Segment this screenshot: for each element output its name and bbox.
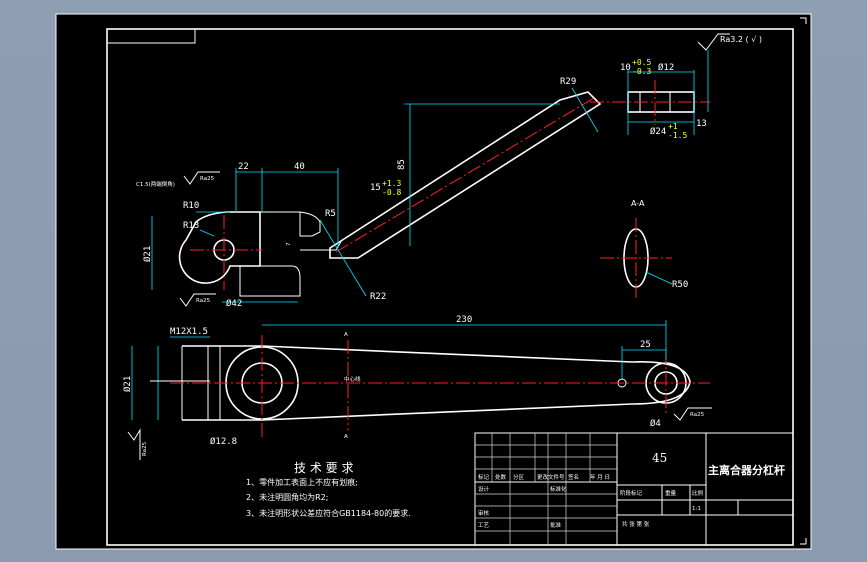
- drawing-sheet: [55, 13, 812, 550]
- svg-text:设计: 设计: [478, 485, 490, 493]
- svg-text:共 张 第 张: 共 张 第 张: [622, 520, 650, 528]
- svg-text:Ø21: Ø21: [142, 246, 153, 262]
- svg-text:技 术 要 求: 技 术 要 求: [294, 461, 353, 475]
- svg-text:工艺: 工艺: [478, 522, 490, 529]
- svg-text:7: 7: [286, 242, 292, 246]
- svg-text:-0.8: -0.8: [382, 188, 401, 197]
- svg-text:中心线: 中心线: [344, 375, 361, 383]
- svg-text:13: 13: [696, 119, 707, 129]
- svg-text:审核: 审核: [478, 509, 490, 517]
- svg-text:15: 15: [370, 183, 381, 193]
- svg-text:Ø4: Ø4: [650, 418, 661, 429]
- svg-text:R29: R29: [560, 77, 576, 87]
- svg-text:批准: 批准: [550, 521, 562, 529]
- svg-text:R5: R5: [325, 209, 336, 219]
- svg-text:阶段标记: 阶段标记: [620, 489, 643, 497]
- svg-text:1:1: 1:1: [692, 506, 701, 512]
- svg-text:22: 22: [238, 162, 249, 172]
- svg-text:10: 10: [620, 63, 631, 73]
- svg-text:主离合器分杠杆: 主离合器分杠杆: [708, 463, 785, 477]
- svg-text:Ra25: Ra25: [196, 298, 211, 304]
- svg-text:-0.3: -0.3: [632, 67, 651, 76]
- svg-text:Ø42: Ø42: [226, 298, 242, 309]
- svg-text:+0.5: +0.5: [632, 58, 651, 67]
- svg-text:标准化: 标准化: [550, 485, 567, 493]
- svg-text:Ø12: Ø12: [658, 62, 674, 73]
- svg-text:Ø24: Ø24: [650, 126, 666, 137]
- svg-text:C1.5(两端倒角): C1.5(两端倒角): [136, 180, 175, 188]
- svg-text:R50: R50: [672, 280, 688, 290]
- svg-text:+1: +1: [668, 122, 678, 131]
- svg-text:40: 40: [294, 162, 305, 172]
- svg-text:签名: 签名: [568, 473, 579, 481]
- svg-text:Ra25: Ra25: [200, 176, 215, 182]
- svg-text:重量: 重量: [665, 489, 677, 497]
- svg-text:+1.3: +1.3: [382, 179, 401, 188]
- svg-text:年 月 日: 年 月 日: [590, 473, 610, 481]
- svg-text:Ra3.2 ( √ ): Ra3.2 ( √ ): [720, 35, 762, 44]
- svg-text:2、未注明圆角均为R2;: 2、未注明圆角均为R2;: [246, 492, 328, 502]
- svg-text:Ra25: Ra25: [142, 441, 148, 456]
- svg-text:3、未注明形状公差应符合GB1184-80的要求.: 3、未注明形状公差应符合GB1184-80的要求.: [246, 508, 411, 518]
- svg-text:R13: R13: [183, 221, 199, 231]
- svg-text:Ø21: Ø21: [122, 376, 133, 392]
- svg-text:R22: R22: [370, 292, 386, 302]
- svg-text:分区: 分区: [513, 473, 525, 481]
- svg-text:M12X1.5: M12X1.5: [170, 327, 208, 337]
- svg-text:85: 85: [397, 159, 407, 170]
- svg-text:A: A: [344, 434, 348, 440]
- svg-text:A: A: [344, 332, 348, 338]
- svg-text:R10: R10: [183, 201, 199, 211]
- svg-text:25: 25: [640, 340, 651, 350]
- svg-text:1、零件加工表面上不应有划痕;: 1、零件加工表面上不应有划痕;: [246, 477, 358, 487]
- svg-text:230: 230: [456, 315, 472, 325]
- drawing-canvas: Ra3.2 ( √ ) 22 40 85 15 +1.3 -0.8 R29 R1…: [55, 13, 812, 550]
- svg-text:处数: 处数: [495, 473, 507, 481]
- svg-text:Ø12.8: Ø12.8: [210, 436, 237, 447]
- svg-text:更改文件号: 更改文件号: [537, 473, 565, 481]
- svg-text:Ra25: Ra25: [690, 412, 705, 418]
- svg-text:标记: 标记: [478, 473, 490, 481]
- svg-text:-1.5: -1.5: [668, 131, 687, 140]
- svg-text:比例: 比例: [692, 489, 704, 497]
- svg-text:45: 45: [652, 451, 667, 465]
- cad-viewport: Ra3.2 ( √ ) 22 40 85 15 +1.3 -0.8 R29 R1…: [0, 0, 867, 562]
- svg-text:A-A: A-A: [631, 199, 645, 208]
